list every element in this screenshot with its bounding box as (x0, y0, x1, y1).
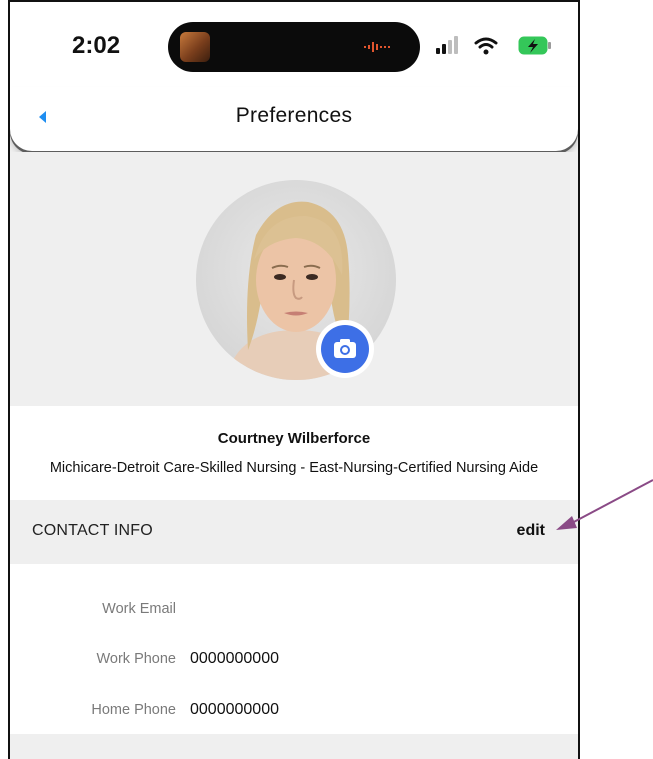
status-icons (436, 36, 551, 55)
phone-screen: 2:02 Preferences Courtney Wilberforce Mi… (8, 0, 580, 759)
audio-wave-icon (364, 42, 390, 52)
dynamic-island (168, 22, 420, 72)
page-title: Preferences (235, 104, 353, 127)
battery-icon (518, 36, 551, 55)
camera-button-circle (321, 325, 369, 373)
contact-row-work-email: Work Email (10, 601, 578, 631)
change-photo-button[interactable] (316, 320, 374, 378)
profile-photo-area (10, 152, 578, 406)
profile-organization: Michicare-Detroit Care-Skilled Nursing -… (49, 460, 539, 476)
contact-row-home-phone: Home Phone 0000000000 (10, 701, 578, 732)
work-phone-label: Work Phone (96, 651, 176, 667)
contact-row-work-phone: Work Phone 0000000000 (10, 650, 578, 681)
profile-name: Courtney Wilberforce (217, 430, 371, 447)
signal-icon (436, 36, 458, 54)
section-title: CONTACT INFO (32, 522, 153, 539)
contact-info-header: CONTACT INFO edit (10, 500, 578, 564)
navigation-bar: Preferences (10, 87, 578, 151)
contact-list: Work Email Work Phone 0000000000 Home Ph… (10, 564, 578, 734)
edit-contact-button[interactable]: edit (517, 522, 545, 540)
home-phone-label: Home Phone (91, 702, 176, 718)
wifi-icon (474, 37, 498, 55)
status-bar: 2:02 (10, 2, 578, 87)
work-email-label: Work Email (102, 601, 176, 617)
status-time: 2:02 (72, 32, 121, 59)
next-section-strip (10, 734, 578, 759)
home-phone-value: 0000000000 (190, 701, 279, 718)
profile-info: Courtney Wilberforce Michicare-Detroit C… (10, 406, 578, 500)
camera-icon (334, 339, 356, 358)
now-playing-thumbnail (180, 32, 210, 62)
work-phone-value: 0000000000 (190, 650, 279, 667)
